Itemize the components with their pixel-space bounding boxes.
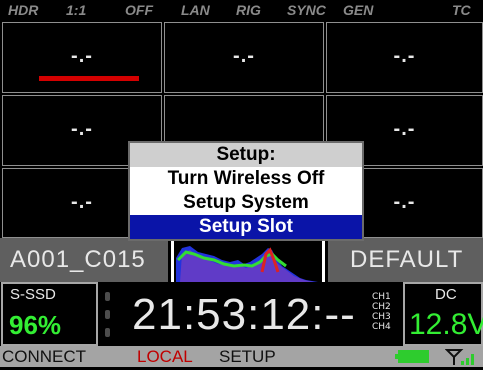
histogram-right-clip	[322, 238, 325, 282]
status-aspect[interactable]: 1:1	[66, 0, 86, 20]
grid-cell-2[interactable]: -.-	[164, 22, 324, 93]
cell-value: -.-	[393, 45, 416, 67]
cell-value: -.-	[71, 45, 93, 67]
status-tc[interactable]: TC	[452, 0, 471, 20]
channel-4-label: CH4	[372, 322, 391, 332]
grid-cell-1[interactable]: -.-	[2, 22, 162, 93]
menu-item-turn-wireless-off[interactable]: Turn Wireless Off	[130, 167, 362, 191]
media-label: S-SSD	[10, 286, 56, 303]
cell-value: -.-	[71, 118, 93, 140]
look-name[interactable]: DEFAULT	[350, 238, 463, 282]
channel-3-label: CH3	[372, 312, 391, 322]
battery-icon	[395, 350, 429, 363]
histogram-graph	[168, 238, 328, 282]
timecode-display[interactable]: 21:53:12:--	[132, 290, 356, 340]
status-off[interactable]: OFF	[125, 0, 153, 20]
status-gen[interactable]: GEN	[343, 0, 373, 20]
menu-item-setup-system[interactable]: Setup System	[130, 191, 362, 215]
status-sync[interactable]: SYNC	[287, 0, 326, 20]
record-indicator-bar	[39, 76, 139, 81]
indicator-led	[105, 292, 110, 301]
power-label: DC	[435, 286, 457, 303]
cell-value: -.-	[233, 45, 255, 67]
status-lan[interactable]: LAN	[181, 0, 210, 20]
channel-2-label: CH2	[372, 302, 391, 312]
media-panel[interactable]: S-SSD 96%	[1, 282, 98, 346]
status-rig[interactable]: RIG	[236, 0, 261, 20]
clip-name[interactable]: A001_C015	[10, 238, 146, 282]
media-percent: 96%	[9, 310, 62, 340]
menu-item-setup-slot[interactable]: Setup Slot	[130, 215, 362, 239]
local-button[interactable]: LOCAL	[137, 346, 193, 367]
histogram[interactable]	[168, 238, 328, 282]
info-row: S-SSD 96% 21:53:12:-- CH1 CH2 CH3 CH4 DC…	[0, 282, 483, 346]
cell-value: -.-	[393, 118, 416, 140]
indicator-led	[105, 310, 110, 319]
histogram-left-clip	[171, 238, 174, 282]
setup-dialog: Setup: Turn Wireless Off Setup System Se…	[128, 141, 364, 241]
soft-key-bar: CONNECT LOCAL SETUP	[0, 346, 483, 367]
grid-cell-3[interactable]: -.-	[326, 22, 483, 93]
status-hdr[interactable]: HDR	[8, 0, 38, 20]
power-panel[interactable]: DC 12.8V	[403, 282, 483, 346]
setup-button[interactable]: SETUP	[219, 346, 276, 367]
top-status-bar: HDR 1:1 OFF LAN RIG SYNC GEN TC	[0, 0, 483, 20]
connect-button[interactable]: CONNECT	[2, 346, 86, 367]
antenna-signal-icon	[444, 348, 475, 365]
voltage-value: 12.8V	[409, 308, 483, 341]
dialog-title: Setup:	[130, 143, 362, 167]
indicator-led	[105, 328, 110, 337]
channel-1-label: CH1	[372, 292, 391, 302]
